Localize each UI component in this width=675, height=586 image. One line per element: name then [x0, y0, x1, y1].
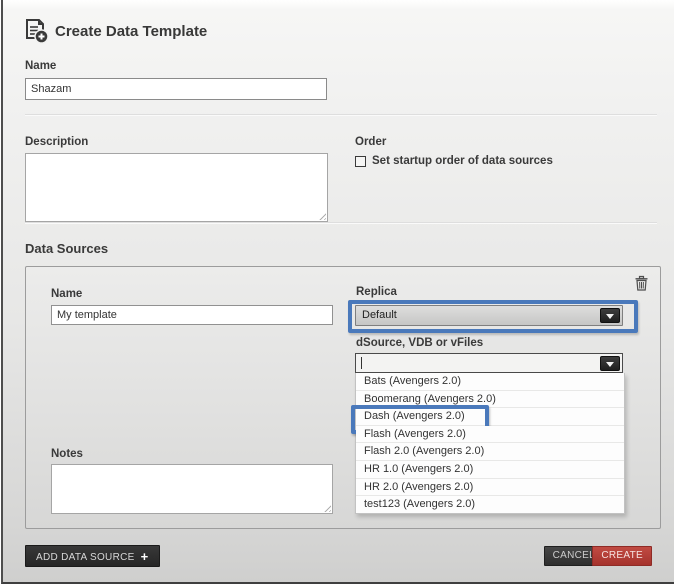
dropdown-option[interactable]: Flash (Avengers 2.0) [356, 426, 624, 444]
notes-textarea[interactable] [52, 465, 332, 513]
dsource-option-list: Bats (Avengers 2.0)Boomerang (Avengers 2… [355, 373, 625, 514]
replica-label: Replica [356, 286, 397, 298]
delete-data-source-icon[interactable] [635, 275, 648, 291]
dropdown-option[interactable]: Dash (Avengers 2.0) [356, 408, 624, 426]
replica-select[interactable]: Default [355, 305, 623, 326]
chevron-down-icon[interactable] [600, 356, 620, 371]
dropdown-option[interactable]: HR 1.0 (Avengers 2.0) [356, 461, 624, 479]
chevron-down-icon[interactable] [600, 308, 620, 323]
startup-order-checkbox[interactable] [355, 156, 366, 167]
page-title: Create Data Template [55, 23, 207, 40]
dsource-combobox[interactable] [355, 353, 623, 373]
startup-order-checkbox-label: Set startup order of data sources [372, 155, 553, 167]
template-name-input[interactable] [25, 78, 327, 100]
notes-textarea-wrap [51, 464, 333, 514]
dsource-label: dSource, VDB or vFiles [356, 337, 483, 349]
plus-icon: + [141, 549, 149, 564]
source-name-label: Name [51, 288, 82, 300]
order-label: Order [355, 136, 386, 148]
create-template-icon [23, 18, 49, 44]
create-data-template-dialog: Create Data Template Name Description Or… [1, 0, 674, 584]
add-data-source-button[interactable]: ADD DATA SOURCE+ [25, 545, 160, 567]
divider [25, 114, 657, 116]
create-button[interactable]: CREATE [592, 546, 652, 566]
description-textarea[interactable] [26, 154, 327, 221]
dropdown-option[interactable]: Bats (Avengers 2.0) [356, 373, 624, 391]
text-cursor [361, 357, 362, 369]
divider [25, 222, 657, 224]
dropdown-option[interactable]: HR 2.0 (Avengers 2.0) [356, 479, 624, 497]
data-sources-heading: Data Sources [25, 241, 108, 256]
dropdown-option[interactable]: Boomerang (Avengers 2.0) [356, 391, 624, 409]
replica-selected-value: Default [362, 309, 397, 321]
notes-label: Notes [51, 448, 83, 460]
dropdown-option[interactable]: test123 (Avengers 2.0) [356, 496, 624, 513]
description-label: Description [25, 136, 88, 148]
dropdown-option[interactable]: Flash 2.0 (Avengers 2.0) [356, 443, 624, 461]
name-label: Name [25, 60, 56, 72]
source-name-input[interactable] [51, 305, 333, 325]
data-source-card: Name Replica Default dSource, VDB or vFi… [25, 266, 661, 529]
description-textarea-wrap [25, 153, 328, 222]
